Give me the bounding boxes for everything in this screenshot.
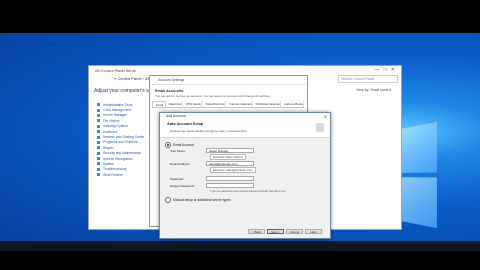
tab-email[interactable]: Email xyxy=(152,101,166,107)
radio-unselected-icon xyxy=(165,197,171,203)
add-account-dialog: Add Account ✕ Auto Account Setup Outlook… xyxy=(159,112,331,239)
back-button[interactable]: < Back xyxy=(248,229,265,234)
password-label: Password: xyxy=(170,177,185,181)
keyboard-icon xyxy=(97,130,100,134)
account-settings-subheading: You can add or remove an account. You ca… xyxy=(155,94,271,98)
letterbox-top xyxy=(0,0,480,33)
your-name-label: Your Name: xyxy=(170,149,186,153)
dialog-header: Auto Account Setup Outlook can automatic… xyxy=(160,120,330,138)
email-address-label: Email Address: xyxy=(170,162,191,166)
letterbox-bottom xyxy=(0,251,480,270)
your-name-field[interactable]: Sarah Dupage xyxy=(206,148,254,153)
retype-password-field[interactable] xyxy=(206,183,254,188)
close-icon[interactable]: ✕ xyxy=(324,113,327,120)
window-controls[interactable]: —□✕ xyxy=(375,67,399,73)
network-icon xyxy=(97,135,100,139)
index-icon xyxy=(97,124,100,128)
dialog-title: Add Account xyxy=(166,114,186,118)
dialog-heading: Auto Account Setup xyxy=(167,122,204,126)
your-name-hint: Example: Ellen Adams xyxy=(210,154,247,160)
tab-sharepoint-lists[interactable]: SharePoint Lists xyxy=(202,101,227,107)
control-panel-title: All Control Panel Items xyxy=(95,68,136,73)
taskbar xyxy=(0,241,480,251)
region-icon xyxy=(97,146,100,150)
screenshot-frame: All Control Panel Items —□✕ « Control Pa… xyxy=(0,0,480,270)
tools-icon xyxy=(97,103,100,107)
tab-published-calendars[interactable]: Published Calendars xyxy=(253,101,282,107)
color-icon xyxy=(97,108,100,112)
password-field[interactable] xyxy=(206,176,254,181)
account-settings-title: Account Settings xyxy=(150,76,307,85)
tab-address-books[interactable]: Address Books xyxy=(281,101,304,107)
programs-icon xyxy=(97,140,100,144)
email-address-hint: Example: ellen@contoso.com xyxy=(210,167,256,173)
flag-icon xyxy=(97,151,100,155)
email-address-field[interactable]: sarah@example.com xyxy=(206,161,254,166)
password-help-text: Type the password your Internet service … xyxy=(210,190,287,193)
email-account-option[interactable]: Email Account xyxy=(165,142,194,148)
view-by-dropdown[interactable]: View by: Small icons ▾ xyxy=(356,88,391,92)
troubleshoot-icon xyxy=(97,167,100,171)
help-button[interactable]: Help xyxy=(305,229,322,234)
account-settings-heading: Email Accounts xyxy=(155,89,184,93)
tab-data-files[interactable]: Data Files xyxy=(166,101,184,107)
tab-rss-feeds[interactable]: RSS Feeds xyxy=(183,101,203,107)
history-icon xyxy=(97,119,100,123)
folder-icon xyxy=(97,173,100,177)
tab-internet-calendars[interactable]: Internet Calendars xyxy=(226,101,253,107)
radio-selected-icon xyxy=(165,142,171,148)
dialog-subheading: Outlook can automatically configure many… xyxy=(170,129,248,133)
dialog-title-bar: Add Account ✕ xyxy=(160,113,330,120)
microphone-icon xyxy=(97,157,100,161)
next-button[interactable]: Next > xyxy=(267,229,284,234)
search-input[interactable]: Search Control Panel xyxy=(338,75,398,83)
retype-password-label: Retype Password: xyxy=(170,184,195,188)
device-icon xyxy=(97,113,100,117)
system-icon xyxy=(97,162,100,166)
account-settings-tabs: Email Data Files RSS Feeds SharePoint Li… xyxy=(152,101,304,108)
cancel-button[interactable]: Cancel xyxy=(286,229,303,234)
outlook-logo-icon xyxy=(316,123,324,132)
manual-setup-option[interactable]: Manual setup or additional server types xyxy=(165,197,231,203)
